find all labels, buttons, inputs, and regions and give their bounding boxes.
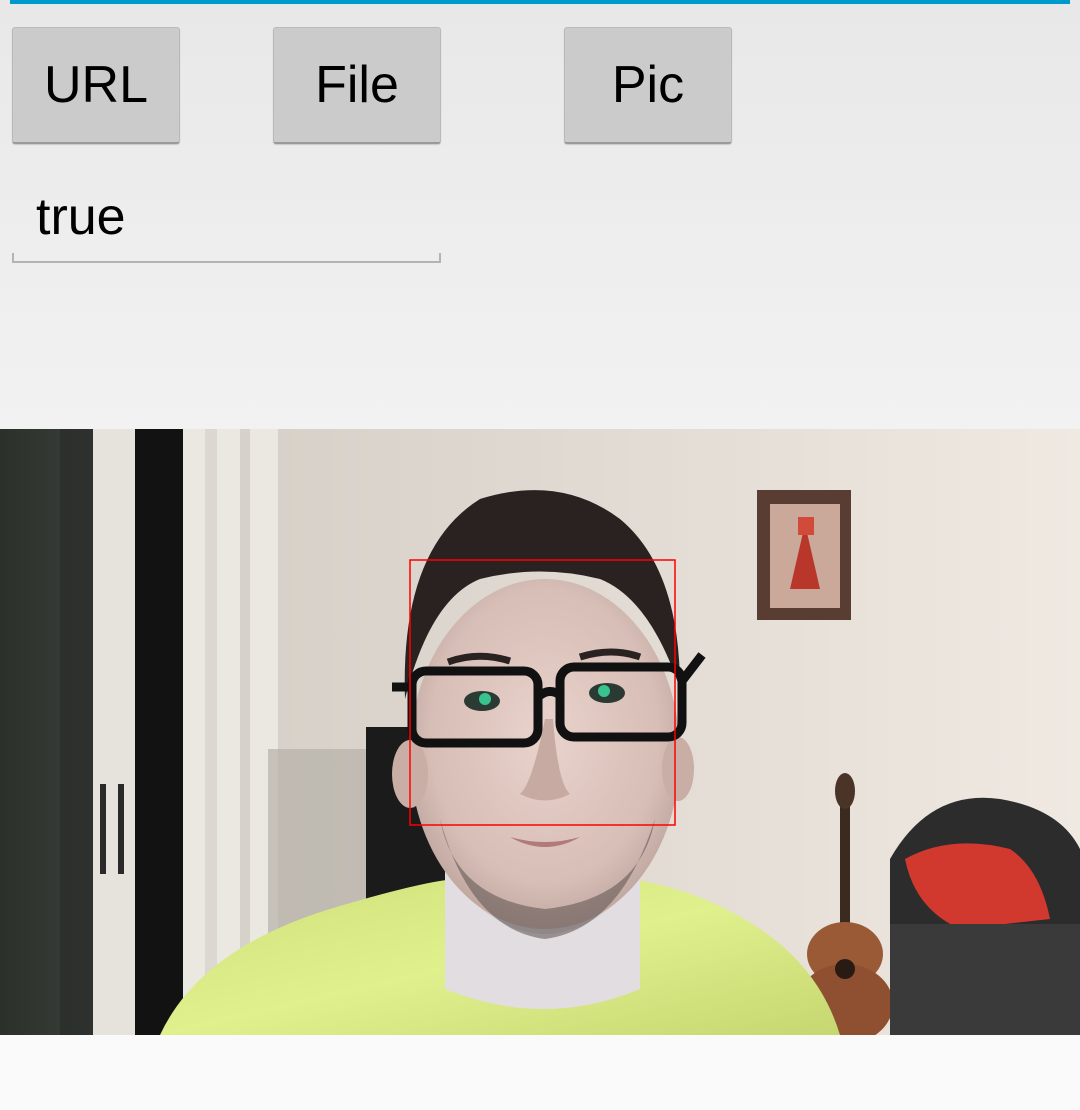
top-accent-bar <box>10 0 1070 4</box>
url-button[interactable]: URL <box>12 27 180 144</box>
file-button[interactable]: File <box>273 27 441 144</box>
photo-illustration <box>0 429 1080 1035</box>
result-text-value: true <box>36 188 126 246</box>
detected-face-image <box>0 429 1080 1035</box>
result-text-field[interactable]: true <box>12 180 441 263</box>
bottom-empty-area <box>0 1035 1080 1110</box>
pic-button[interactable]: Pic <box>564 27 732 144</box>
